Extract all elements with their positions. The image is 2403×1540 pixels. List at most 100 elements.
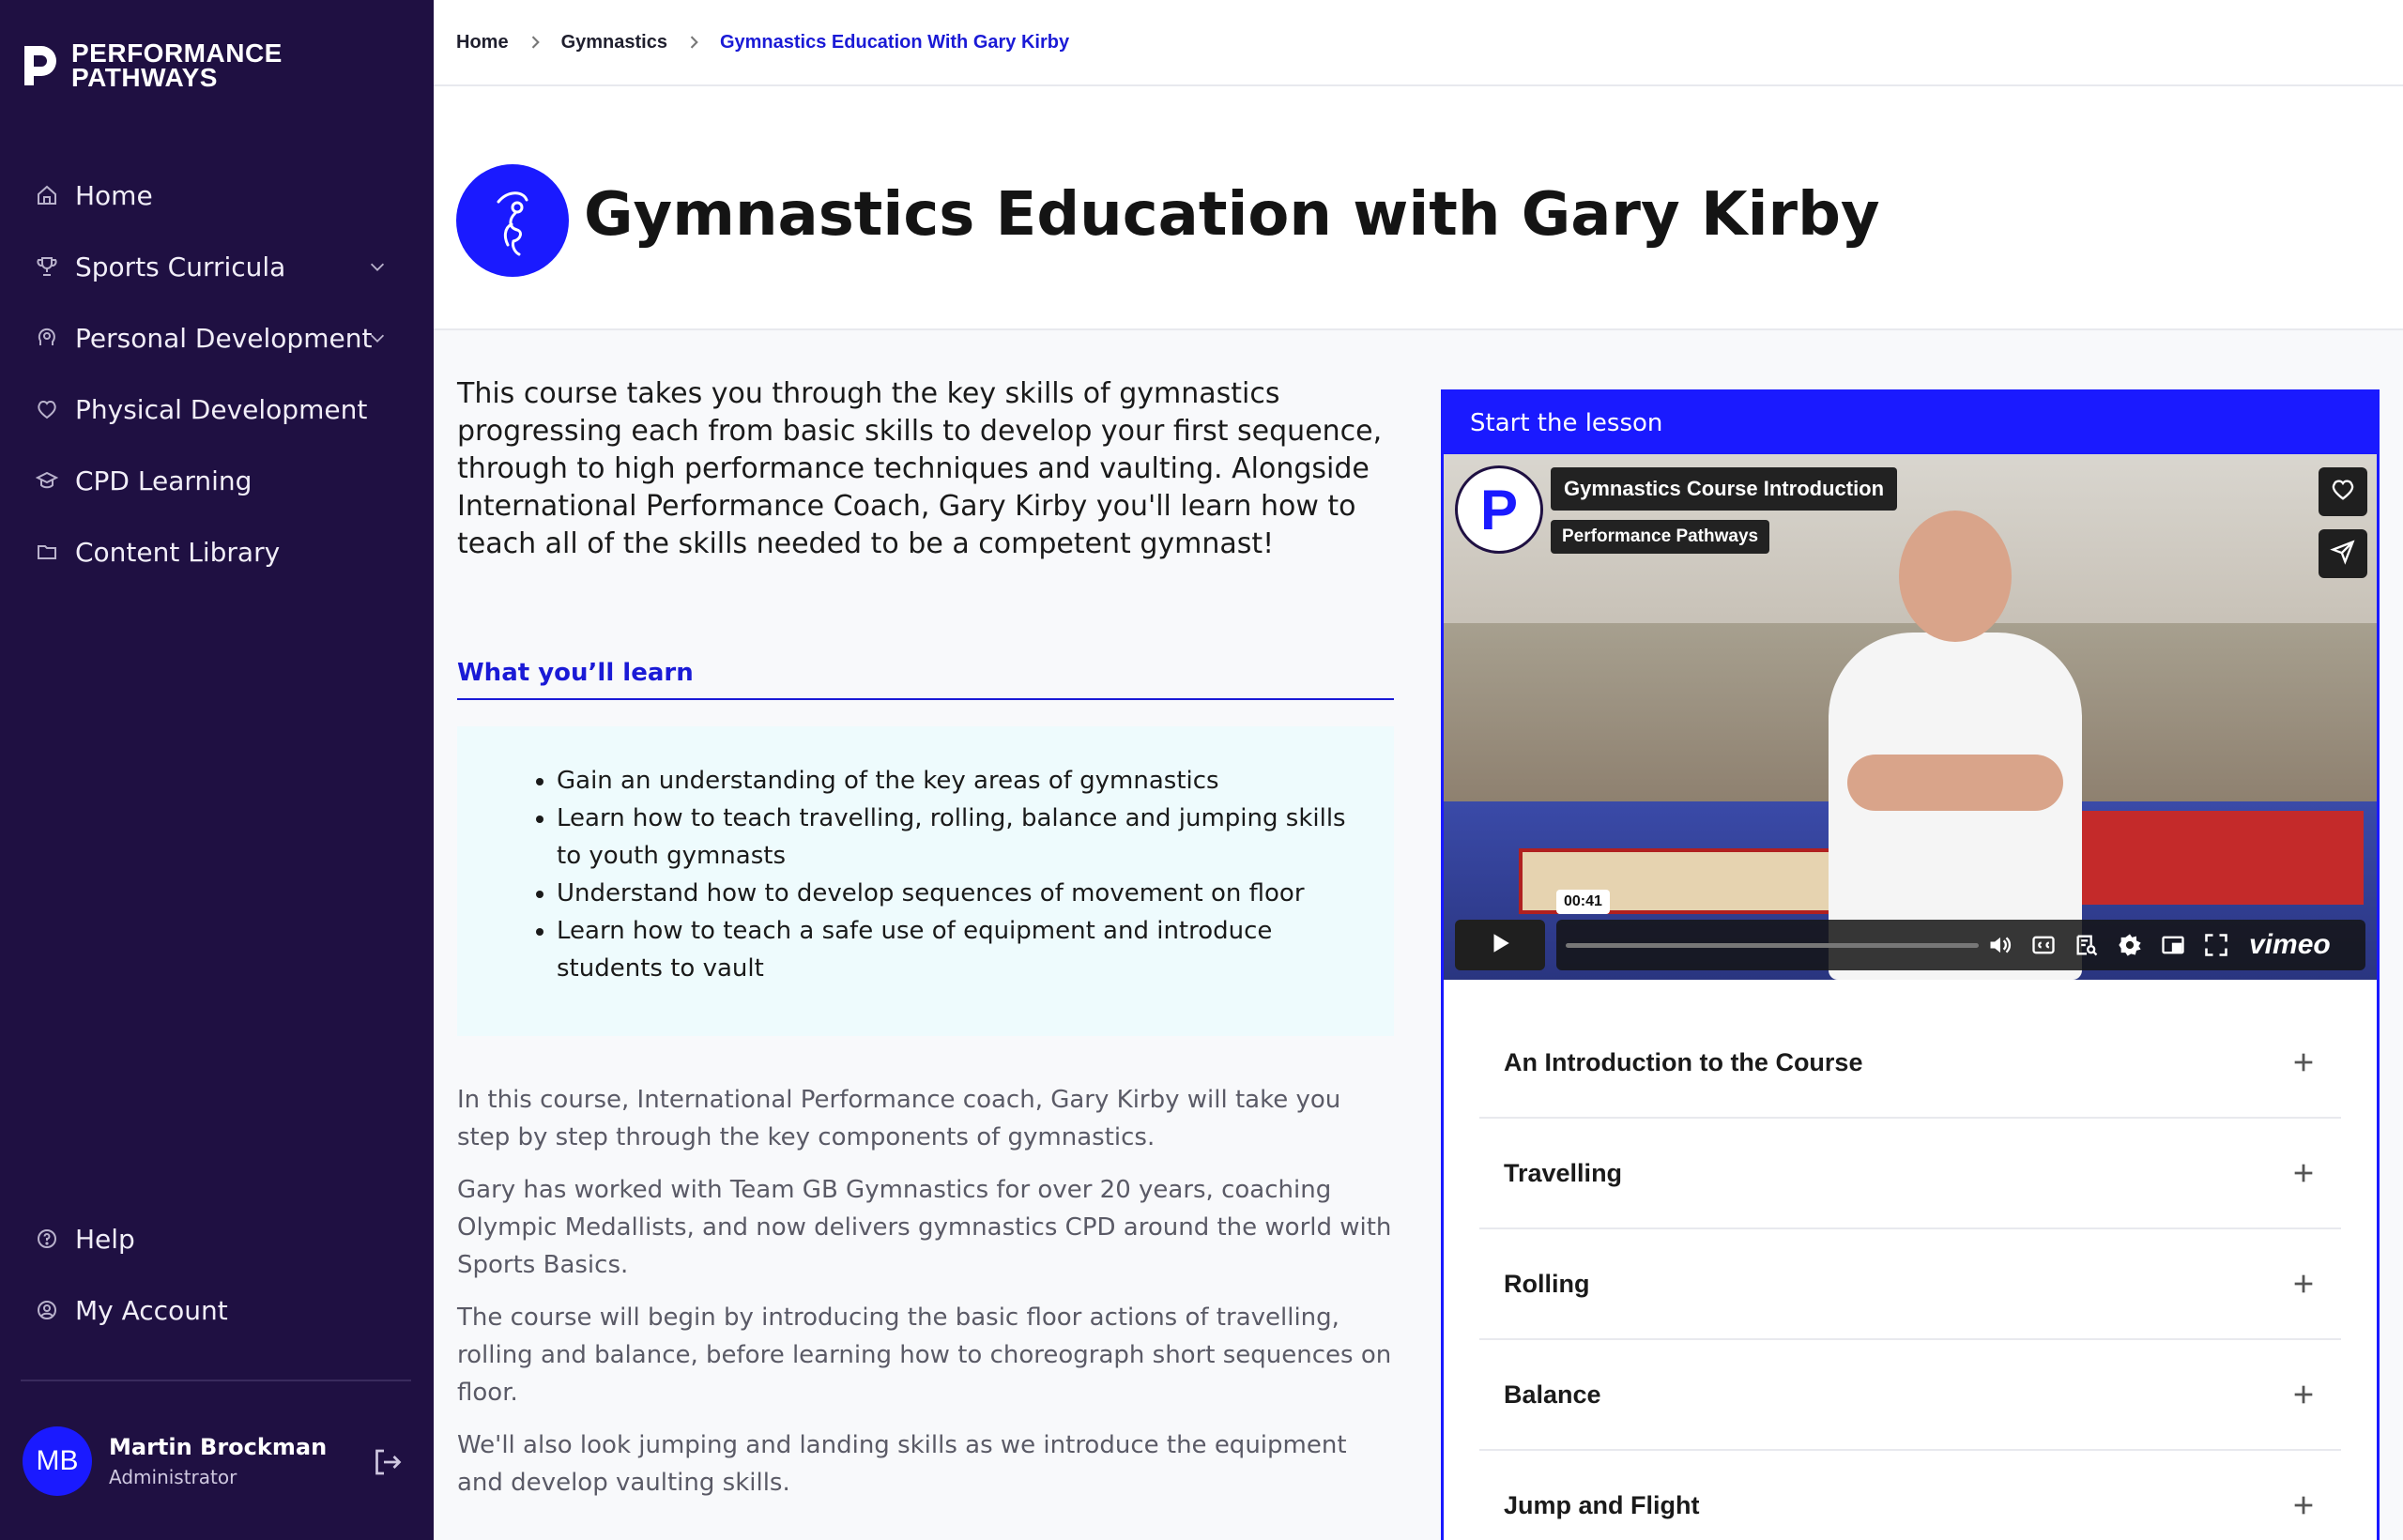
section-travelling[interactable]: Travelling bbox=[1479, 1119, 2341, 1229]
video-player[interactable]: P Gymnastics Course Introduction Perform… bbox=[1444, 454, 2377, 980]
avatar[interactable]: MB bbox=[23, 1426, 92, 1496]
sidebar-item-label: Personal Development bbox=[75, 322, 373, 354]
plus-icon[interactable] bbox=[2290, 1381, 2317, 1408]
lesson-sections: An Introduction to the Course Travelling… bbox=[1444, 980, 2377, 1540]
account-icon bbox=[34, 1297, 60, 1323]
transcript-icon[interactable] bbox=[2065, 926, 2108, 964]
body-paragraph: We'll also look jumping and landing skil… bbox=[457, 1431, 1347, 1497]
video-scene-coach-arms bbox=[1847, 755, 2063, 811]
section-introduction[interactable]: An Introduction to the Course bbox=[1479, 1008, 2341, 1119]
like-button[interactable] bbox=[2319, 467, 2367, 516]
sidebar-item-help[interactable]: Help bbox=[0, 1203, 434, 1274]
logo-mark-icon bbox=[24, 46, 56, 85]
course-intro: This course takes you through the key sk… bbox=[457, 377, 1383, 560]
sidebar-item-personal-development[interactable]: Personal Development bbox=[0, 302, 434, 374]
settings-gear-icon[interactable] bbox=[2108, 926, 2151, 964]
list-item: Learn how to teach a safe use of equipme… bbox=[557, 912, 1349, 987]
help-icon bbox=[34, 1226, 60, 1252]
fullscreen-icon[interactable] bbox=[2195, 926, 2238, 964]
home-icon bbox=[34, 182, 60, 208]
section-label: Travelling bbox=[1504, 1158, 1623, 1187]
section-label: Jump and Flight bbox=[1504, 1490, 1700, 1519]
video-progress-track[interactable] bbox=[1566, 942, 1979, 948]
sidebar-item-cpd-learning[interactable]: CPD Learning bbox=[0, 445, 434, 516]
section-label: Balance bbox=[1504, 1380, 1601, 1409]
send-icon bbox=[2330, 539, 2356, 569]
video-channel[interactable]: Performance Pathways bbox=[1551, 520, 1770, 554]
sidebar-divider bbox=[21, 1380, 411, 1381]
section-label: An Introduction to the Course bbox=[1504, 1047, 1863, 1076]
learn-list: Gain an understanding of the key areas o… bbox=[523, 762, 1349, 987]
sidebar-item-label: Sports Curricula bbox=[75, 251, 286, 282]
folder-icon bbox=[34, 539, 60, 565]
list-item: Understand how to develop sequences of m… bbox=[557, 875, 1349, 912]
section-label: Rolling bbox=[1504, 1269, 1590, 1298]
lesson-panel: Start the lesson P Gymnastics Course Int… bbox=[1441, 389, 2380, 1540]
captions-icon[interactable] bbox=[2022, 926, 2065, 964]
plus-icon[interactable] bbox=[2290, 1492, 2317, 1518]
section-rolling[interactable]: Rolling bbox=[1479, 1229, 2341, 1340]
chevron-down-icon[interactable] bbox=[364, 325, 390, 351]
logo[interactable]: PERFORMANCE PATHWAYS bbox=[21, 40, 283, 92]
course-description: This course takes you through the key sk… bbox=[457, 375, 1394, 1517]
page-header: Gymnastics Education with Gary Kirby bbox=[434, 86, 2403, 330]
sidebar-item-label: CPD Learning bbox=[75, 465, 253, 496]
vimeo-logo[interactable]: vimeo bbox=[2249, 929, 2331, 961]
page-title: Gymnastics Education with Gary Kirby bbox=[584, 180, 1880, 250]
volume-icon[interactable] bbox=[1979, 926, 2022, 964]
plus-icon[interactable] bbox=[2290, 1049, 2317, 1075]
gymnast-icon bbox=[456, 164, 569, 277]
sidebar-item-label: Home bbox=[75, 179, 153, 211]
logo-line2: PATHWAYS bbox=[71, 63, 218, 92]
video-scene-coach-head bbox=[1899, 511, 2012, 642]
body-paragraph: The course will begin by introducing the… bbox=[457, 1304, 1392, 1407]
sidebar-item-sports-curricula[interactable]: Sports Curricula bbox=[0, 231, 434, 302]
section-jump-and-flight[interactable]: Jump and Flight bbox=[1479, 1451, 2341, 1540]
sidebar-item-home[interactable]: Home bbox=[0, 160, 434, 231]
share-button[interactable] bbox=[2319, 529, 2367, 578]
video-title[interactable]: Gymnastics Course Introduction bbox=[1551, 467, 1898, 511]
chevron-down-icon[interactable] bbox=[364, 253, 390, 280]
heart-icon bbox=[2330, 477, 2356, 507]
sidebar-bottom-nav: Help My Account bbox=[0, 1203, 434, 1346]
user-role: Administrator bbox=[109, 1466, 237, 1488]
sidebar-item-label: Help bbox=[75, 1223, 135, 1255]
learn-box: Gain an understanding of the key areas o… bbox=[457, 726, 1394, 1036]
breadcrumb-gymnastics[interactable]: Gymnastics bbox=[561, 32, 667, 53]
video-controls: 00:41 vimeo bbox=[1455, 890, 2365, 970]
breadcrumb-home[interactable]: Home bbox=[456, 32, 509, 53]
list-item: Gain an understanding of the key areas o… bbox=[557, 762, 1349, 800]
sidebar-item-label: Content Library bbox=[75, 536, 281, 568]
course-body: In this course, International Performanc… bbox=[457, 1081, 1394, 1502]
graduation-cap-icon bbox=[34, 467, 60, 494]
trophy-icon bbox=[34, 253, 60, 280]
chevron-right-icon bbox=[509, 33, 561, 52]
sidebar: PERFORMANCE PATHWAYS Home Sports Curricu… bbox=[0, 0, 434, 1540]
logout-icon[interactable] bbox=[370, 1445, 404, 1479]
sidebar-item-label: Physical Development bbox=[75, 393, 368, 425]
lesson-panel-header: Start the lesson bbox=[1444, 392, 2377, 454]
logo-text: PERFORMANCE PATHWAYS bbox=[71, 40, 283, 92]
plus-icon[interactable] bbox=[2290, 1160, 2317, 1186]
chevron-right-icon bbox=[667, 33, 720, 52]
user-profile[interactable]: MB Martin Brockman Administrator bbox=[23, 1426, 413, 1496]
list-item: Learn how to teach travelling, rolling, … bbox=[557, 800, 1349, 875]
play-button[interactable] bbox=[1455, 920, 1545, 970]
heart-shield-icon bbox=[34, 396, 60, 422]
head-icon bbox=[34, 325, 60, 351]
sidebar-nav: Home Sports Curricula Personal Developme… bbox=[0, 160, 434, 587]
section-balance[interactable]: Balance bbox=[1479, 1340, 2341, 1451]
play-icon bbox=[1488, 931, 1512, 959]
sidebar-item-label: My Account bbox=[75, 1294, 228, 1326]
breadcrumb: Home Gymnastics Gymnastics Education Wit… bbox=[434, 0, 2403, 86]
sidebar-item-physical-development[interactable]: Physical Development bbox=[0, 374, 434, 445]
sidebar-item-content-library[interactable]: Content Library bbox=[0, 516, 434, 587]
learn-heading: What you’ll learn bbox=[457, 659, 1394, 700]
plus-icon[interactable] bbox=[2290, 1271, 2317, 1297]
user-name: Martin Brockman bbox=[109, 1434, 328, 1460]
pip-icon[interactable] bbox=[2151, 926, 2195, 964]
breadcrumb-current: Gymnastics Education With Gary Kirby bbox=[719, 31, 1070, 53]
sidebar-item-my-account[interactable]: My Account bbox=[0, 1274, 434, 1346]
channel-logo[interactable]: P bbox=[1455, 465, 1543, 554]
body-paragraph: Gary has worked with Team GB Gymnastics … bbox=[457, 1176, 1392, 1279]
